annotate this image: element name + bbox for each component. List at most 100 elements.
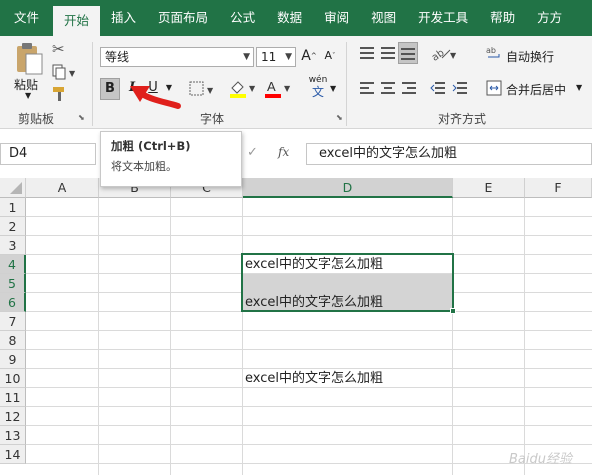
gridline	[26, 463, 592, 464]
gridline	[524, 198, 525, 475]
row-header-1[interactable]: 1	[0, 198, 26, 217]
separator	[92, 42, 93, 126]
bold-button[interactable]: B	[100, 78, 120, 100]
row-header-12[interactable]: 12	[0, 407, 26, 426]
row-header-9[interactable]: 9	[0, 350, 26, 369]
merge-dropdown-icon[interactable]: ▼	[576, 83, 582, 92]
font-color-icon[interactable]: A ▼	[264, 79, 294, 102]
column-header-a[interactable]: A	[26, 178, 99, 198]
align-bottom-icon[interactable]	[398, 42, 418, 64]
gridline	[98, 198, 99, 475]
fx-icon[interactable]: fx	[278, 145, 289, 159]
decrease-indent-icon[interactable]	[430, 81, 446, 98]
column-header-e[interactable]: E	[453, 178, 525, 198]
wrap-text-icon[interactable]: ab	[486, 45, 502, 64]
row-header-4[interactable]: 4	[0, 255, 26, 274]
row-header-3[interactable]: 3	[0, 236, 26, 255]
gridline	[26, 406, 592, 407]
row-header-2[interactable]: 2	[0, 217, 26, 236]
gridline	[26, 425, 592, 426]
fill-handle[interactable]	[450, 308, 456, 314]
font-group-label: 字体	[200, 112, 225, 126]
row-header-13[interactable]: 13	[0, 426, 26, 445]
tab-page-layout[interactable]: 页面布局	[147, 0, 219, 36]
tab-home[interactable]: 开始	[53, 6, 101, 36]
phonetic-guide-icon[interactable]: wén 文	[308, 75, 328, 100]
align-left-icon[interactable]	[359, 81, 375, 98]
row-header-8[interactable]: 8	[0, 331, 26, 350]
alignment-group-label: 对齐方式	[438, 112, 487, 126]
orientation-icon[interactable]: ab ▼	[430, 44, 458, 65]
row-header-6[interactable]: 6	[0, 293, 26, 312]
font-launcher-icon[interactable]: ⬊	[336, 113, 343, 122]
row-header-11[interactable]: 11	[0, 388, 26, 407]
ribbon-tabs: 文件 开始 插入 页面布局 公式 数据 审阅 视图 开发工具 帮助 方方	[0, 0, 592, 36]
fill-color-icon[interactable]: ▼	[229, 79, 259, 102]
chevron-down-icon: ▼	[285, 52, 292, 62]
decrease-font-icon[interactable]: Aˇ	[322, 46, 338, 68]
tab-data[interactable]: 数据	[266, 0, 313, 36]
align-middle-icon[interactable]	[380, 46, 396, 63]
phonetic-dropdown-icon[interactable]: ▼	[330, 84, 336, 93]
name-box[interactable]: D4	[0, 143, 96, 165]
row-header-10[interactable]: 10	[0, 369, 26, 388]
row-header-14[interactable]: 14	[0, 445, 26, 464]
clipboard-group-label: 剪贴板	[18, 112, 55, 126]
row-header-7[interactable]: 7	[0, 312, 26, 331]
align-right-icon[interactable]	[401, 81, 417, 98]
format-painter-icon[interactable]	[52, 86, 68, 105]
font-name-select[interactable]: 等线 ▼	[100, 47, 254, 67]
cell-D10-text[interactable]: excel中的文字怎么加粗	[242, 369, 383, 388]
ribbon: 粘贴 ▼ ✂ ▼ 剪贴板 ⬊ 等线 ▼ 11 ▼ A^ Aˇ B I U ▼ ▼…	[0, 36, 592, 129]
gridline	[452, 198, 453, 475]
annotation-arrow-icon	[130, 86, 181, 109]
svg-text:A: A	[267, 79, 276, 94]
gridline	[242, 198, 243, 475]
font-size-value: 11	[261, 50, 277, 64]
tab-view[interactable]: 视图	[360, 0, 407, 36]
svg-text:▼: ▼	[450, 51, 457, 60]
tab-insert[interactable]: 插入	[100, 0, 147, 36]
svg-text:▼: ▼	[284, 84, 291, 93]
watermark: Baidu经验	[509, 452, 572, 467]
tab-help[interactable]: 帮助	[479, 0, 526, 36]
confirm-icon[interactable]: ✓	[247, 145, 258, 160]
paste-dropdown-icon[interactable]: ▼	[25, 91, 31, 100]
tab-file[interactable]: 文件	[0, 0, 53, 36]
gridline	[170, 198, 171, 475]
merge-center-icon[interactable]	[486, 80, 502, 99]
align-top-icon[interactable]	[359, 46, 375, 63]
merge-center-label[interactable]: 合并后居中	[506, 81, 566, 98]
gridline	[26, 216, 592, 217]
bold-tooltip: 加粗 (Ctrl+B) 将文本加粗。	[100, 131, 242, 187]
tab-more[interactable]: 方方	[526, 0, 573, 36]
cut-icon[interactable]: ✂	[52, 40, 65, 58]
increase-indent-icon[interactable]	[452, 81, 468, 98]
paste-icon[interactable]	[14, 42, 44, 76]
border-icon[interactable]: ▼	[189, 81, 217, 100]
wrap-text-label[interactable]: 自动换行	[506, 48, 554, 65]
svg-text:ab: ab	[430, 48, 447, 62]
clipboard-launcher-icon[interactable]: ⬊	[78, 113, 85, 122]
svg-text:▼: ▼	[69, 69, 76, 78]
tab-formulas[interactable]: 公式	[219, 0, 266, 36]
svg-text:▼: ▼	[249, 84, 256, 93]
tab-developer[interactable]: 开发工具	[407, 0, 479, 36]
tab-review[interactable]: 审阅	[313, 0, 360, 36]
font-name-value: 等线	[105, 50, 130, 64]
chevron-down-icon: ▼	[243, 52, 250, 62]
copy-icon[interactable]: ▼	[52, 64, 78, 83]
selection-border	[241, 253, 454, 312]
gridline	[26, 330, 592, 331]
align-center-icon[interactable]	[380, 81, 396, 98]
column-header-f[interactable]: F	[525, 178, 592, 198]
increase-font-icon[interactable]: A^	[301, 46, 317, 68]
font-size-select[interactable]: 11 ▼	[256, 47, 296, 67]
phonetic-label: wén	[308, 75, 328, 85]
formula-input[interactable]: excel中的文字怎么加粗	[306, 143, 592, 165]
row-header-5[interactable]: 5	[0, 274, 26, 293]
tooltip-description: 将文本加粗。	[111, 160, 177, 173]
column-header-d[interactable]: D	[243, 178, 453, 198]
separator	[346, 42, 347, 126]
select-all-corner[interactable]	[0, 178, 26, 198]
